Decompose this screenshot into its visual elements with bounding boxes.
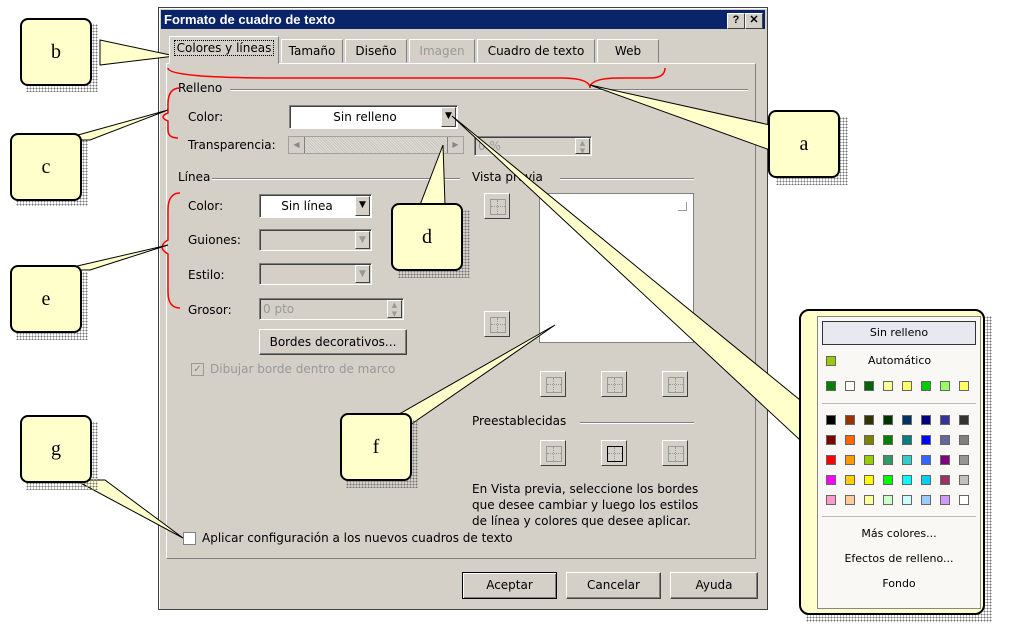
background-item[interactable]: Fondo (818, 577, 980, 590)
palette-color-swatch[interactable] (959, 455, 969, 465)
palette-color-swatch[interactable] (921, 495, 931, 505)
more-colors-item[interactable]: Más colores... (818, 527, 980, 540)
palette-color-swatch[interactable] (883, 495, 893, 505)
palette-color-swatch[interactable] (921, 435, 931, 445)
palette-color-swatch[interactable] (845, 495, 855, 505)
pointer-a (589, 84, 771, 151)
bracket-c-fill (162, 87, 181, 139)
fill-effects-item[interactable]: Efectos de relleno... (818, 552, 980, 565)
palette-color-swatch[interactable] (845, 475, 855, 485)
palette-color-swatch[interactable] (940, 435, 950, 445)
callout-c: c (10, 133, 82, 201)
tab-colors-lines[interactable]: Colores y líneas (169, 36, 279, 64)
pointer-f (378, 324, 556, 426)
palette-color-swatch[interactable] (902, 475, 912, 485)
palette-color-swatch[interactable] (902, 415, 912, 425)
callout-b: b (20, 18, 92, 86)
palette-color-swatch[interactable] (883, 415, 893, 425)
callout-a: a (768, 110, 840, 178)
palette-color-swatch[interactable] (845, 455, 855, 465)
palette-color-swatch[interactable] (940, 415, 950, 425)
palette-color-swatch[interactable] (959, 495, 969, 505)
palette-color-swatch[interactable] (826, 435, 836, 445)
palette-color-swatch[interactable] (940, 495, 950, 505)
pointer-d (419, 144, 446, 206)
pointer-b (99, 39, 176, 66)
palette-color-swatch[interactable] (864, 455, 874, 465)
palette-color-swatch[interactable] (826, 475, 836, 485)
palette-color-swatch[interactable] (940, 475, 950, 485)
palette-color-swatch[interactable] (826, 455, 836, 465)
palette-color-swatch[interactable] (826, 495, 836, 505)
color-popup-menu: Sin relleno Automático Más colores... Ef… (817, 316, 981, 609)
recent-color-swatch[interactable] (921, 381, 931, 391)
no-fill-item[interactable]: Sin relleno (822, 321, 976, 345)
recent-color-swatch[interactable] (959, 381, 969, 391)
palette-color-swatch[interactable] (845, 415, 855, 425)
palette-color-swatch[interactable] (864, 475, 874, 485)
callout-f: f (340, 413, 412, 481)
palette-color-swatch[interactable] (902, 435, 912, 445)
palette-color-swatch[interactable] (864, 495, 874, 505)
palette-color-swatch[interactable] (845, 435, 855, 445)
pointer-popup (451, 115, 801, 442)
palette-color-swatch[interactable] (883, 435, 893, 445)
palette-color-swatch[interactable] (826, 415, 836, 425)
palette-color-swatch[interactable] (921, 415, 931, 425)
palette-color-swatch[interactable] (921, 475, 931, 485)
recent-color-swatch[interactable] (826, 381, 836, 391)
palette-color-swatch[interactable] (921, 455, 931, 465)
callout-d: d (391, 203, 463, 271)
palette-color-swatch[interactable] (902, 455, 912, 465)
callout-e: e (10, 265, 82, 333)
palette-color-swatch[interactable] (940, 455, 950, 465)
recent-color-swatch[interactable] (940, 381, 950, 391)
palette-color-swatch[interactable] (883, 475, 893, 485)
popup-divider (822, 403, 976, 404)
palette-color-swatch[interactable] (864, 415, 874, 425)
popup-divider (822, 516, 976, 517)
callout-g: g (20, 415, 92, 483)
palette-color-swatch[interactable] (959, 435, 969, 445)
recent-color-swatch[interactable] (883, 381, 893, 391)
palette-color-swatch[interactable] (959, 475, 969, 485)
palette-color-swatch[interactable] (959, 415, 969, 425)
automatic-item[interactable]: Automático (868, 354, 931, 367)
recent-color-swatch[interactable] (845, 381, 855, 391)
automatic-swatch (826, 356, 836, 366)
palette-color-swatch[interactable] (902, 495, 912, 505)
tab-label: Colores y líneas (173, 40, 275, 56)
palette-color-swatch[interactable] (883, 455, 893, 465)
recent-color-swatch[interactable] (902, 381, 912, 391)
palette-color-swatch[interactable] (864, 435, 874, 445)
recent-color-swatch[interactable] (864, 381, 874, 391)
bracket-e-line (161, 192, 181, 309)
